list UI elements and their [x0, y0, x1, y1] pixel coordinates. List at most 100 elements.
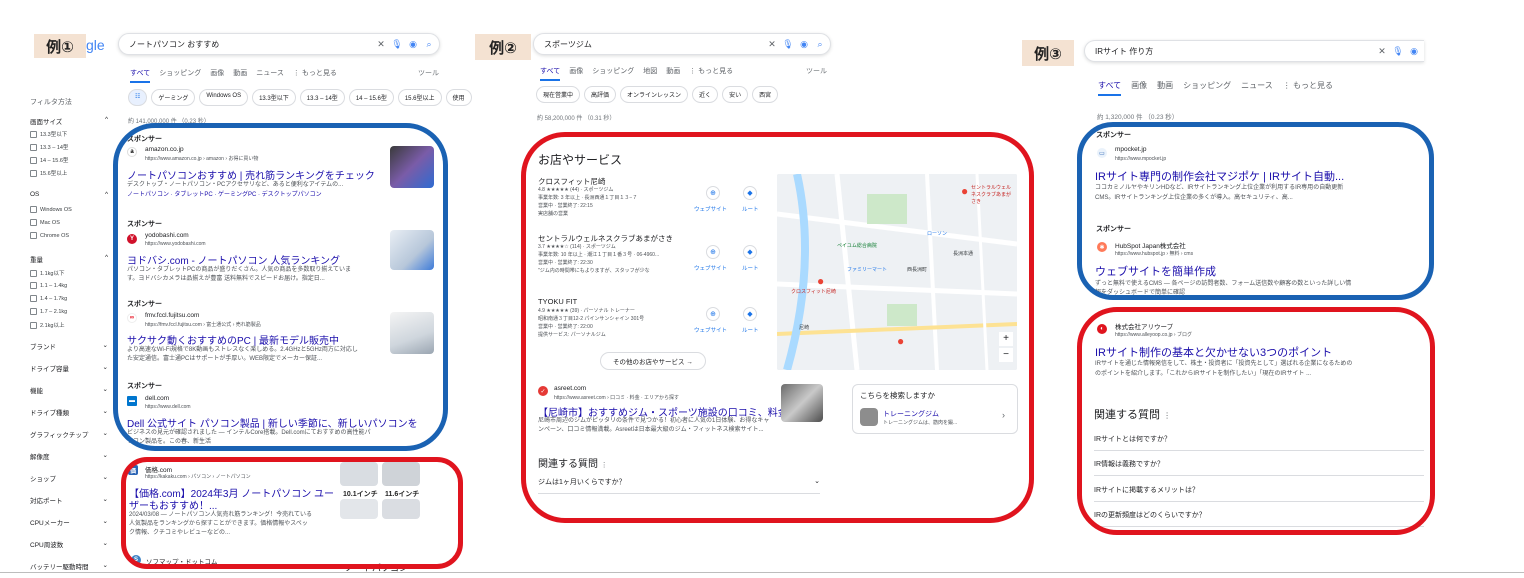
filter-features[interactable]: 機能 ⌄	[30, 385, 108, 395]
filter-brand[interactable]: ブランド ⌄	[30, 341, 108, 351]
search-input[interactable]: IRサイト 作り方	[1095, 46, 1376, 57]
checkbox-label: Chrome OS	[40, 232, 70, 239]
filter-label: 重量	[30, 257, 43, 264]
filter-resolution[interactable]: 解像度 ⌄	[30, 451, 108, 461]
filters-title: フィルタ方法	[30, 99, 72, 106]
tab-videos[interactable]: 動画	[233, 68, 247, 83]
chip[interactable]: オンラインレッスン	[620, 86, 689, 103]
red-highlight-ring	[521, 132, 1034, 523]
checkbox-option[interactable]: 1.1 – 1.4kg	[30, 282, 67, 289]
tab-more[interactable]: ⋮ もっと見る	[293, 68, 337, 83]
search-icon[interactable]: ⌕	[814, 39, 826, 50]
tab-shopping[interactable]: ショッピング	[159, 68, 201, 83]
clear-icon[interactable]: ✕	[1376, 46, 1388, 57]
search-input[interactable]: スポーツジム	[544, 39, 766, 50]
chip[interactable]: 使用	[445, 89, 472, 106]
chevron-down-icon: ⌄	[102, 452, 108, 459]
chip[interactable]: 西宮	[752, 86, 779, 103]
search-bar-3[interactable]: IRサイト 作り方 ✕ 🎙 ◉	[1084, 40, 1424, 62]
blue-highlight-ring	[1077, 122, 1434, 300]
tab-images[interactable]: 画像	[210, 68, 224, 83]
mic-icon[interactable]: 🎙	[391, 39, 403, 50]
google-logo-fragment[interactable]: gle	[86, 37, 105, 53]
tab-all[interactable]: すべて	[130, 68, 151, 83]
filter-battery[interactable]: バッテリー駆動時間 ⌄	[30, 561, 108, 571]
example-2-tag: 例②	[475, 34, 531, 60]
tab-videos[interactable]: 動画	[666, 66, 680, 81]
chip[interactable]: 安い	[722, 86, 749, 103]
tab-maps[interactable]: 地図	[643, 66, 657, 81]
checkbox-option[interactable]: 2.1kg以上	[30, 321, 64, 329]
filter-label: 画面サイズ	[30, 119, 63, 126]
clear-icon[interactable]: ✕	[766, 39, 778, 50]
chip-filter-icon[interactable]: ☷	[128, 89, 148, 106]
search-bar-1[interactable]: ノートパソコン おすすめ ✕ 🎙 ◉ ⌕	[118, 33, 440, 55]
checkbox-option[interactable]: 1.4 – 1.7kg	[30, 295, 67, 302]
chip[interactable]: 15.6型以上	[397, 89, 442, 106]
checkbox-option[interactable]: 15.6型以上	[30, 169, 67, 177]
tab-shopping[interactable]: ショッピング	[592, 66, 634, 81]
filter-os[interactable]: OS ^	[30, 191, 108, 198]
filter-ports[interactable]: 対応ポート ⌄	[30, 495, 108, 505]
checkbox-label: 2.1kg以上	[40, 323, 65, 329]
filter-drive-type[interactable]: ドライブ種類 ⌄	[30, 407, 108, 417]
tab-videos[interactable]: 動画	[1157, 80, 1173, 96]
checkbox-option[interactable]: 1.7 – 2.1kg	[30, 308, 67, 315]
filter-graphics[interactable]: グラフィックチップ ⌄	[30, 429, 108, 439]
tools-button[interactable]: ツール	[806, 66, 827, 76]
tools-button[interactable]: ツール	[418, 68, 439, 78]
tab-shopping[interactable]: ショッピング	[1183, 80, 1231, 96]
checkbox-option[interactable]: 13.3 – 14型	[30, 143, 68, 151]
search-bar-2[interactable]: スポーツジム ✕ 🎙 ◉ ⌕	[533, 33, 831, 55]
filter-shop[interactable]: ショップ ⌄	[30, 473, 108, 483]
tab-images[interactable]: 画像	[1131, 80, 1147, 96]
filter-chips-2: 現在営業中 高評価 オンラインレッスン 近く 安い 西宮	[536, 86, 779, 103]
filter-cpu-freq[interactable]: CPU周波数 ⌄	[30, 539, 108, 549]
chip[interactable]: 14 – 15.6型	[348, 89, 394, 106]
tab-news[interactable]: ニュース	[256, 68, 284, 83]
chevron-down-icon: ⌄	[102, 562, 108, 569]
filter-label: 対応ポート	[30, 498, 63, 505]
chevron-up-icon: ^	[104, 116, 108, 123]
chip[interactable]: Windows OS	[199, 89, 249, 106]
search-tabs-3: すべて 画像 動画 ショッピング ニュース ⋮ もっと見る	[1098, 80, 1333, 96]
checkbox-label: 1.4 – 1.7kg	[40, 295, 68, 302]
chip[interactable]: 13.3 – 14型	[299, 89, 345, 106]
mic-icon[interactable]: 🎙	[782, 39, 794, 50]
mic-icon[interactable]: 🎙	[1392, 46, 1404, 57]
checkbox-option[interactable]: 13.3型以下	[30, 130, 67, 138]
chevron-down-icon: ⌄	[102, 496, 108, 503]
tab-more[interactable]: ⋮ もっと見る	[1283, 80, 1333, 96]
tab-news[interactable]: ニュース	[1241, 80, 1273, 96]
checkbox-label: 15.6型以上	[40, 171, 68, 177]
search-input[interactable]: ノートパソコン おすすめ	[129, 39, 375, 50]
tab-more[interactable]: ⋮ もっと見る	[689, 66, 733, 81]
example-1-tag: 例①	[34, 34, 86, 58]
filter-screen-size[interactable]: 画面サイズ ^	[30, 116, 108, 126]
tab-all[interactable]: すべて	[1098, 80, 1122, 96]
chip[interactable]: 近く	[692, 86, 719, 103]
filter-cpu-maker[interactable]: CPUメーカー ⌄	[30, 517, 108, 527]
chip[interactable]: ゲーミング	[151, 89, 196, 106]
filter-drive-capacity[interactable]: ドライブ容量 ⌄	[30, 363, 108, 373]
chevron-down-icon: ⌄	[102, 364, 108, 371]
chip[interactable]: 現在営業中	[536, 86, 581, 103]
clear-icon[interactable]: ✕	[375, 39, 387, 50]
checkbox-option[interactable]: Windows OS	[30, 206, 72, 213]
lens-icon[interactable]: ◉	[407, 39, 419, 50]
tab-all[interactable]: すべて	[540, 66, 561, 81]
checkbox-option[interactable]: 14 – 15.6型	[30, 156, 68, 164]
checkbox-option[interactable]: Mac OS	[30, 219, 60, 226]
chevron-down-icon: ⌄	[102, 540, 108, 547]
chevron-down-icon: ⌄	[102, 474, 108, 481]
chip[interactable]: 高評価	[584, 86, 617, 103]
filter-weight[interactable]: 重量 ^	[30, 254, 108, 264]
checkbox-option[interactable]: 1.1kg以下	[30, 269, 64, 277]
lens-icon[interactable]: ◉	[1408, 46, 1420, 57]
checkbox-label: Mac OS	[40, 219, 60, 226]
lens-icon[interactable]: ◉	[798, 39, 810, 50]
search-icon[interactable]: ⌕	[423, 39, 435, 50]
checkbox-option[interactable]: Chrome OS	[30, 232, 69, 239]
chip[interactable]: 13.3型以下	[252, 89, 296, 106]
tab-images[interactable]: 画像	[569, 66, 583, 81]
